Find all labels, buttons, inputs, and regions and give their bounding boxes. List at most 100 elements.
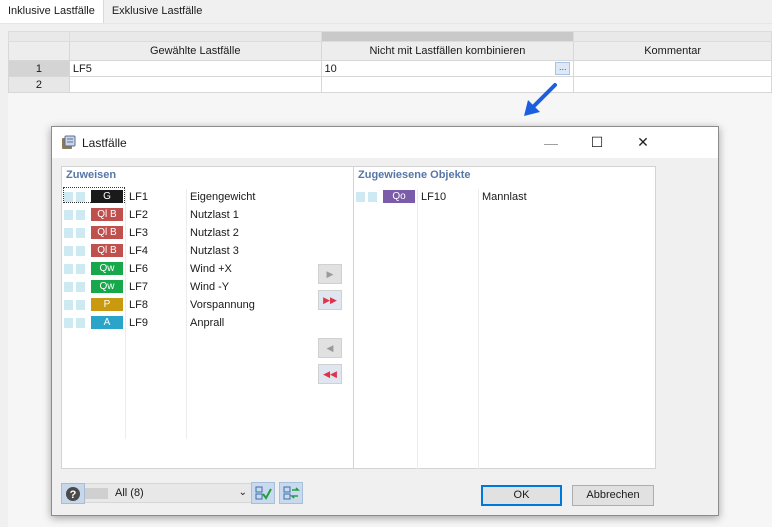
tab-inclusive[interactable]: Inklusive Lastfälle (0, 0, 104, 23)
rownum-header (8, 41, 70, 61)
loadcase-name: Wind -Y (190, 281, 230, 293)
ok-button[interactable]: OK (481, 485, 562, 506)
loadcase-id: LF4 (129, 245, 148, 257)
row-number[interactable]: 2 (8, 76, 70, 93)
minimize-button[interactable]: — (528, 127, 574, 158)
list-item[interactable]: G LF1 Eigengewicht (62, 188, 356, 206)
cancel-button[interactable]: Abbrechen (572, 485, 654, 506)
assign-panel-title: Zuweisen (66, 169, 117, 181)
close-button[interactable]: ✕ (620, 127, 666, 158)
loadcase-name: Eigengewicht (190, 191, 256, 203)
loadcase-name: Vorspannung (190, 299, 255, 311)
list-item[interactable]: Ql B LF3 Nutzlast 2 (62, 224, 356, 242)
dialog-title: Lastfälle (82, 136, 127, 150)
loadcase-id: LF2 (129, 209, 148, 221)
filter-select[interactable]: All (8) ⌄ (72, 483, 254, 503)
loadcase-type-badge: G (91, 190, 123, 203)
color-swatch (64, 246, 73, 256)
select-all-icon (255, 486, 272, 500)
loadcase-name: Anprall (190, 317, 225, 329)
tab-exclusive[interactable]: Exklusive Lastfälle (103, 0, 211, 23)
add-button[interactable]: ▶ (318, 264, 342, 284)
ellipsis-button[interactable]: ... (555, 62, 571, 75)
color-swatch (368, 192, 377, 202)
list-item[interactable]: Qw LF6 Wind +X (62, 260, 356, 278)
color-swatch (76, 264, 85, 274)
loadcase-type-badge: Qw (91, 262, 123, 275)
color-swatch (76, 318, 85, 328)
loadcase-id: LF3 (129, 227, 148, 239)
assigned-panel: Zugewiesene Objekte Qo LF10 Mannlast (353, 166, 656, 469)
svg-text:?: ? (70, 489, 77, 501)
chevron-down-icon: ⌄ (238, 487, 247, 498)
exclude-loadcases-cell[interactable]: 10 ... (320, 60, 575, 77)
remove-button[interactable]: ◀ (318, 338, 342, 358)
tab-divider (0, 23, 772, 24)
list-item[interactable]: P LF8 Vorspannung (62, 296, 356, 314)
list-item[interactable]: A LF9 Anprall (62, 314, 356, 332)
color-swatch (76, 228, 85, 238)
loadcase-id: LF1 (129, 191, 148, 203)
column-divider (478, 189, 479, 469)
load-cases-dialog: Lastfälle — ☐ ✕ Zuweisen G LF1 Eigengewich… (51, 126, 719, 516)
filter-value: All (8) (115, 487, 144, 499)
list-item[interactable]: Ql B LF4 Nutzlast 3 (62, 242, 356, 260)
loadcase-name: Nutzlast 3 (190, 245, 239, 257)
toggle-selection-icon (283, 486, 300, 500)
select-all-button[interactable] (251, 482, 275, 504)
loadcase-type-badge: P (91, 298, 123, 311)
color-swatch (64, 192, 73, 202)
color-swatch (64, 264, 73, 274)
load-cases-icon (62, 135, 76, 149)
loadcase-id: LF8 (129, 299, 148, 311)
pointer-arrow-icon (524, 83, 557, 116)
row-number[interactable]: 1 (8, 60, 70, 77)
loadcase-type-badge: Ql B (91, 244, 123, 257)
column-header-exclude[interactable]: Nicht mit Lastfällen kombinieren (320, 41, 575, 61)
loadcase-id: LF10 (421, 191, 447, 203)
maximize-button[interactable]: ☐ (574, 127, 620, 158)
remove-all-button[interactable]: ◀◀ (318, 364, 342, 384)
help-icon: ? (66, 486, 80, 501)
list-item[interactable]: Qw LF7 Wind -Y (62, 278, 356, 296)
list-item[interactable]: Ql B LF2 Nutzlast 1 (62, 206, 356, 224)
header-group-spacer (573, 31, 772, 42)
selected-loadcases-cell[interactable]: LF5 (68, 60, 322, 77)
column-header-selected[interactable]: Gewählte Lastfälle (68, 41, 322, 61)
comment-cell[interactable] (573, 60, 772, 77)
loadcase-type-badge: Qo (383, 190, 415, 203)
add-all-button[interactable]: ▶▶ (318, 290, 342, 310)
exclude-loadcases-value: 10 (324, 62, 337, 75)
loadcase-type-badge: A (91, 316, 123, 329)
color-swatch (76, 282, 85, 292)
color-swatch (64, 210, 73, 220)
table-row: 1 LF5 10 ... (8, 60, 772, 77)
corner-cell (8, 31, 70, 42)
loadcase-name: Nutzlast 2 (190, 227, 239, 239)
color-swatch (64, 228, 73, 238)
loadcase-type-badge: Ql B (91, 226, 123, 239)
list-item[interactable]: Qo LF10 Mannlast (354, 188, 655, 206)
tab-bar: Inklusive Lastfälle Exklusive Lastfälle (0, 0, 211, 23)
selected-loadcases-cell[interactable] (68, 76, 322, 93)
dialog-titlebar: Lastfälle — ☐ ✕ (52, 127, 718, 158)
assigned-panel-title: Zugewiesene Objekte (358, 169, 471, 181)
header-group-spacer (68, 31, 322, 42)
header-group-bar (320, 31, 575, 42)
toggle-selection-button[interactable] (279, 482, 303, 504)
column-header-comment[interactable]: Kommentar (573, 41, 772, 61)
color-swatch (76, 246, 85, 256)
color-swatch (76, 210, 85, 220)
color-swatch (356, 192, 365, 202)
loadcase-type-badge: Ql B (91, 208, 123, 221)
loadcase-id: LF9 (129, 317, 148, 329)
loadcase-name: Wind +X (190, 263, 232, 275)
loadcase-id: LF6 (129, 263, 148, 275)
color-swatch (64, 282, 73, 292)
help-button[interactable]: ? (61, 483, 85, 504)
color-swatch (76, 300, 85, 310)
table-row: 2 (8, 76, 772, 93)
color-swatch (64, 300, 73, 310)
comment-cell[interactable] (573, 76, 772, 93)
color-swatch (64, 318, 73, 328)
